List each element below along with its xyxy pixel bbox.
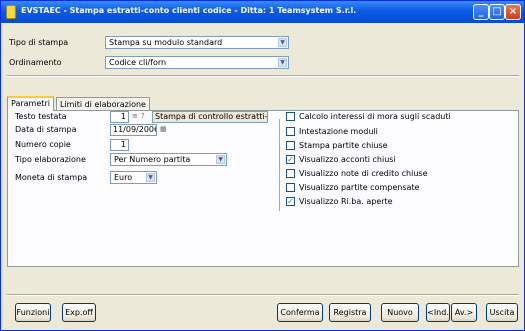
maximize-button[interactable]: □ <box>489 4 505 20</box>
data-stampa-label: Data di stampa <box>15 125 77 134</box>
testo-testata-description: Stampa di controllo estratti-conti <box>152 111 268 123</box>
tipo-stampa-value: Stampa su modulo standard <box>109 38 223 47</box>
chevron-down-icon[interactable]: ▼ <box>146 173 155 182</box>
main-window: EVSTAEC - Stampa estratti-conto clienti … <box>0 0 525 331</box>
title-bar[interactable]: EVSTAEC - Stampa estratti-conto clienti … <box>1 1 524 23</box>
moneta-stampa-label: Moneta di stampa <box>15 173 88 182</box>
checkbox-box[interactable] <box>286 183 295 192</box>
tab-parametri[interactable]: Parametri <box>7 96 54 111</box>
tipo-elaborazione-label: Tipo elaborazione <box>15 155 86 164</box>
checkbox-box[interactable] <box>286 169 295 178</box>
moneta-stampa-select[interactable]: Euro ▼ <box>110 171 157 184</box>
moneta-stampa-value: Euro <box>114 173 133 182</box>
conferma-button[interactable]: Conferma <box>277 303 323 322</box>
checkbox-intestazione-moduli[interactable]: Intestazione moduli <box>286 127 378 138</box>
checkbox-label: Stampa partite chiuse <box>299 141 388 150</box>
checkbox-label: Visualizzo partite compensate <box>299 183 420 192</box>
testo-testata-code-input[interactable]: 1 <box>110 111 129 123</box>
window-title: EVSTAEC - Stampa estratti-conto clienti … <box>21 6 357 15</box>
checkbox-label: Calcolo interessi di mora sugli scaduti <box>299 112 451 121</box>
app-icon <box>6 5 16 19</box>
tab-panel-parametri <box>7 110 519 267</box>
separator <box>7 75 519 77</box>
indietro-button[interactable]: <Ind. <box>426 303 450 322</box>
chevron-down-icon[interactable]: ▼ <box>278 38 287 47</box>
checkbox-box[interactable] <box>286 127 295 136</box>
uscita-button[interactable]: Uscita <box>486 303 518 322</box>
exp-off-button[interactable]: Exp.off <box>62 303 96 322</box>
lookup-icon[interactable]: ≡ <box>132 112 138 120</box>
checkbox-box[interactable] <box>286 141 295 150</box>
check-icon[interactable]: ✓ <box>286 155 295 164</box>
checkbox-calcolo-interessi[interactable]: Calcolo interessi di mora sugli scaduti <box>286 112 451 123</box>
data-stampa-input[interactable]: 11/09/2006 <box>110 124 157 136</box>
separator <box>7 294 519 296</box>
close-button[interactable]: × <box>505 4 521 20</box>
checkbox-label: Intestazione moduli <box>299 127 378 136</box>
nuovo-button[interactable]: Nuovo <box>381 303 419 322</box>
help-icon[interactable]: ? <box>141 112 145 120</box>
numero-copie-input[interactable]: 1 <box>110 139 129 151</box>
numero-copie-label: Numero copie <box>15 140 71 149</box>
checkbox-visualizzo-note-credito[interactable]: Visualizzo note di credito chiuse <box>286 169 428 180</box>
check-icon[interactable]: ✓ <box>286 197 295 206</box>
testo-testata-label: Testo testata <box>15 112 67 121</box>
checkbox-visualizzo-partite-compensate[interactable]: Visualizzo partite compensate <box>286 183 419 194</box>
tab-limiti-elaborazione[interactable]: Limiti di elaborazione <box>56 97 150 111</box>
ordinamento-value: Codice cli/forn <box>109 58 167 67</box>
chevron-down-icon[interactable]: ▼ <box>216 155 225 164</box>
tipo-elaborazione-value: Per Numero partita <box>114 155 191 164</box>
minimize-button[interactable]: _ <box>473 4 489 20</box>
checkbox-box[interactable] <box>286 112 295 121</box>
tipo-elaborazione-select[interactable]: Per Numero partita ▼ <box>110 153 227 166</box>
checkbox-label: Visualizzo Ri.ba. aperte <box>299 197 393 206</box>
registra-button[interactable]: Registra <box>329 303 371 322</box>
ordinamento-select[interactable]: Codice cli/forn ▼ <box>105 56 289 69</box>
column-divider <box>279 119 281 211</box>
checkbox-visualizzo-riba-aperte[interactable]: ✓ Visualizzo Ri.ba. aperte <box>286 197 393 208</box>
checkbox-label: Visualizzo note di credito chiuse <box>299 169 428 178</box>
tipo-stampa-select[interactable]: Stampa su modulo standard ▼ <box>105 36 289 49</box>
checkbox-label: Visualizzo acconti chiusi <box>299 155 396 164</box>
tipo-stampa-label: Tipo di stampa <box>9 38 69 47</box>
avanti-button[interactable]: Av.> <box>451 303 477 322</box>
calendar-icon[interactable]: ▦ <box>160 125 167 133</box>
ordinamento-label: Ordinamento <box>9 58 62 67</box>
checkbox-visualizzo-acconti-chiusi[interactable]: ✓ Visualizzo acconti chiusi <box>286 155 396 166</box>
funzioni-button[interactable]: Funzioni <box>15 303 51 322</box>
checkbox-stampa-partite-chiuse[interactable]: Stampa partite chiuse <box>286 141 388 152</box>
chevron-down-icon[interactable]: ▼ <box>278 58 287 67</box>
